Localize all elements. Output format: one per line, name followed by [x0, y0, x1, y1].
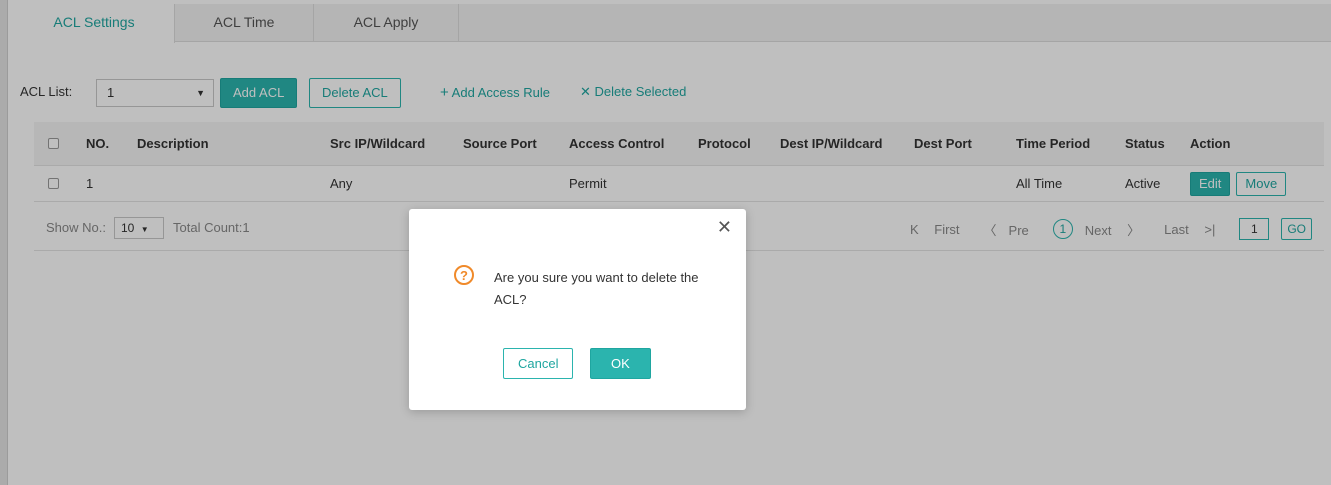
question-circle-icon: ?: [454, 265, 474, 285]
cancel-button[interactable]: Cancel: [503, 348, 574, 379]
ok-button[interactable]: OK: [590, 348, 651, 379]
dialog-message: Are you sure you want to delete the ACL?: [494, 270, 699, 307]
close-icon[interactable]: ✕: [717, 218, 732, 236]
confirm-delete-dialog: ✕ ? Are you sure you want to delete the …: [409, 209, 746, 410]
